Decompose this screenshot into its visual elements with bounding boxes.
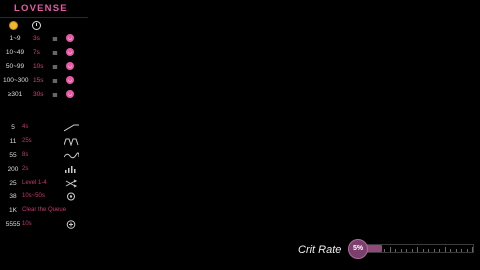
tip-level-value: ≥301 (7, 91, 23, 98)
crit-rate-label: Crit Rate (298, 244, 342, 256)
slider-tick (422, 249, 424, 252)
command-level: 25 (9, 180, 17, 187)
command-detail: 10s~50s (22, 193, 45, 199)
tip-level-value: 100~300 (3, 77, 29, 84)
slider-tick (444, 247, 446, 252)
slider-tick (395, 249, 396, 252)
shuffle-icon (64, 179, 79, 188)
list-icon: ≣ (52, 78, 58, 85)
tip-level-value: 1~9 (9, 35, 21, 42)
command-level: 1K (9, 207, 17, 214)
command-detail: 10s (22, 221, 32, 227)
plus-icon (64, 220, 79, 229)
tip-level-value: 10~49 (5, 49, 25, 56)
tip-level-time: 7s (33, 49, 40, 56)
coin-icon (9, 21, 18, 30)
slider-tick (439, 249, 440, 252)
slider-tick (472, 247, 473, 252)
tip-level-time: 10s (33, 63, 44, 70)
command-level: 55 (9, 152, 17, 159)
clock-icon (32, 21, 41, 30)
wave-pattern-icon (63, 151, 80, 160)
list-icon: ≣ (52, 50, 58, 57)
tip-level-value: 50~99 (5, 63, 25, 70)
command-level: 5 (11, 124, 15, 131)
smile-icon: ◡ (66, 76, 74, 84)
ramp-pattern-icon (63, 123, 79, 132)
slider-tick (466, 249, 468, 252)
command-level: 5555 (5, 221, 21, 228)
bars-pattern-icon (64, 165, 79, 174)
command-detail: Level 1-4 (22, 180, 47, 186)
slider-tick (406, 249, 407, 252)
slider-tick (450, 249, 451, 252)
pulse-pattern-icon (63, 137, 79, 147)
slider-tick (400, 249, 402, 252)
tip-level-time: 15s (33, 77, 44, 84)
command-detail: 4s (22, 124, 29, 130)
logo: LOVENSE (14, 3, 68, 14)
smile-icon: ◡ (66, 48, 74, 56)
smile-icon: ◡ (66, 62, 74, 70)
command-detail: 2s (22, 166, 29, 172)
slider-tick (433, 249, 435, 252)
crit-rate-slider-knob[interactable]: 5% (348, 239, 368, 259)
slider-tick (461, 249, 462, 252)
command-detail: Clear the Queue (22, 207, 67, 213)
list-icon: ≣ (52, 64, 58, 71)
command-detail: 8s (22, 152, 29, 158)
slider-tick (428, 249, 429, 252)
tip-level-time: 3s (33, 35, 40, 42)
slider-tick (411, 249, 413, 252)
command-detail: 25s (22, 138, 32, 144)
slider-tick (384, 249, 385, 252)
command-level: 38 (9, 193, 17, 200)
smile-icon: ◡ (66, 34, 74, 42)
list-icon: ≣ (52, 92, 58, 99)
slider-tick (389, 247, 391, 252)
list-icon: ≣ (52, 36, 58, 43)
command-level: 11 (9, 138, 17, 145)
command-level: 200 (7, 166, 19, 173)
gear-icon (64, 192, 79, 201)
smile-icon: ◡ (66, 90, 74, 98)
slider-tick (417, 247, 418, 252)
slider-tick (455, 249, 457, 252)
header-divider (0, 17, 88, 18)
tip-level-time: 30s (33, 91, 44, 98)
